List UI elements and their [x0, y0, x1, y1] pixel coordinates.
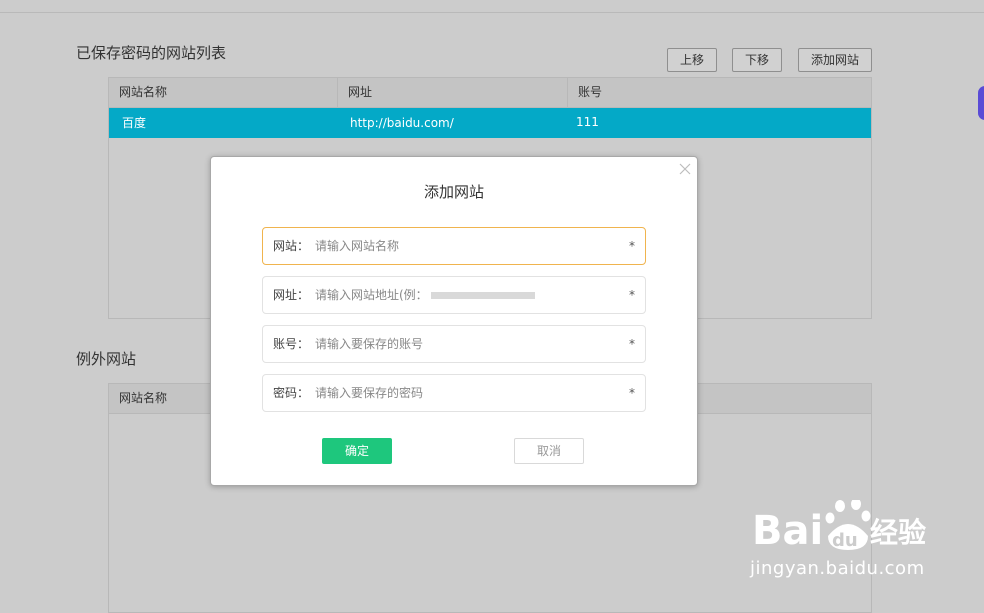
password-input[interactable] [315, 382, 615, 404]
move-down-button[interactable]: 下移 [732, 48, 782, 72]
cell-name: 百度 [122, 116, 147, 130]
field-label: 账号： [273, 337, 310, 351]
cell-url: http://baidu.com/ [350, 116, 454, 130]
cancel-button[interactable]: 取消 [514, 438, 584, 464]
saved-sites-title: 已保存密码的网站列表 [76, 44, 227, 62]
field-label: 网址： [273, 288, 310, 302]
required-mark: * [629, 337, 635, 351]
field-label: 密码： [273, 386, 310, 400]
cell-account: 111 [576, 115, 599, 129]
watermark-brand-left: Bai [752, 508, 823, 554]
table-row[interactable]: 百度 http://baidu.com/ 111 [109, 108, 871, 138]
exception-sites-title: 例外网站 [76, 350, 137, 368]
required-mark: * [629, 239, 635, 253]
site-name-input[interactable] [315, 235, 615, 257]
blurred-example [431, 292, 535, 299]
password-field[interactable]: 密码： * [262, 374, 646, 412]
account-input[interactable] [315, 333, 615, 355]
watermark-brand-right: du [832, 530, 858, 551]
top-divider [0, 12, 984, 13]
dialog-title: 添加网站 [423, 183, 484, 201]
baidu-jingyan-watermark: Bai du 经验 [752, 498, 932, 560]
confirm-button[interactable]: 确定 [322, 438, 392, 464]
close-icon[interactable] [677, 161, 693, 177]
column-header-url: 网址 [348, 85, 373, 99]
field-label: 网站： [273, 239, 310, 253]
add-site-button[interactable]: 添加网站 [798, 48, 872, 72]
column-header-name: 网站名称 [119, 85, 168, 99]
required-mark: * [629, 386, 635, 400]
edge-decoration [978, 86, 984, 120]
site-name-field[interactable]: 网站： * [262, 227, 646, 265]
table-header: 网站名称 网址 账号 [109, 78, 871, 108]
column-header-account: 账号 [578, 85, 603, 99]
account-field[interactable]: 账号： * [262, 325, 646, 363]
site-url-field[interactable]: 网址： * [262, 276, 646, 314]
watermark-url: jingyan.baidu.com [750, 558, 925, 579]
required-mark: * [629, 288, 635, 302]
move-up-button[interactable]: 上移 [667, 48, 717, 72]
add-site-dialog: 添加网站 网站： * 网址： * 账号： * 密码： * 确定 取消 [210, 156, 698, 486]
watermark-brand-cn: 经验 [870, 516, 926, 549]
